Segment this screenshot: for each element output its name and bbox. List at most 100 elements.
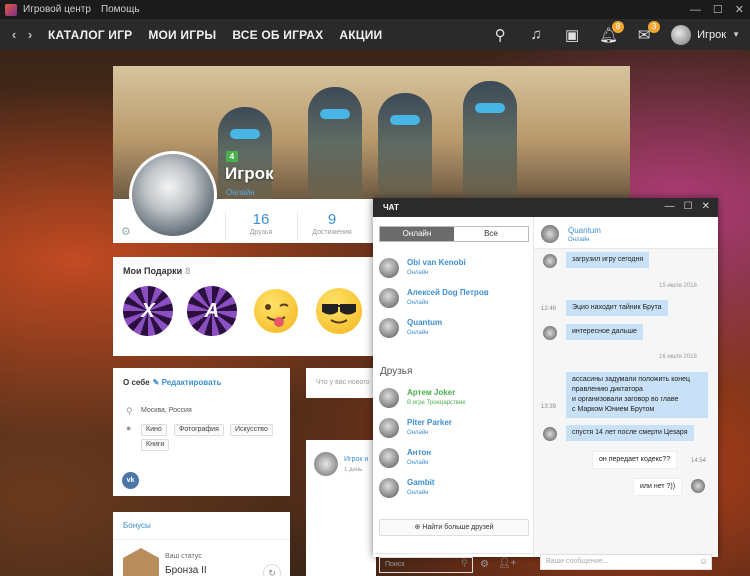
message-bubble: Эцио находит тайник Брута (566, 300, 668, 316)
message-bubble: загрузил игру сегодня (566, 252, 650, 268)
gifts-count: 8 (185, 266, 191, 276)
add-friend-icon[interactable]: 👤︎+ (498, 558, 517, 569)
gear-icon[interactable]: ⚙ (121, 225, 131, 238)
gift-letter: A (204, 299, 220, 322)
avatar (379, 318, 399, 338)
avatar (691, 479, 705, 493)
avatar (379, 478, 399, 498)
edit-link-label: Редактировать (161, 378, 222, 387)
chat-title: ЧАТ (383, 203, 399, 212)
gift-emoji-sunglasses-icon[interactable] (316, 288, 362, 334)
stat-friends[interactable]: 16 Друзья (226, 211, 296, 236)
gift-emoji-tongue-icon[interactable] (254, 289, 298, 333)
interest-tag[interactable]: Книги (141, 439, 170, 451)
search-icon[interactable]: ⚲ (491, 26, 509, 44)
nav-promotions[interactable]: АКЦИИ (339, 28, 382, 42)
contact-item[interactable]: Антон Онлайн (379, 446, 529, 472)
messages-icon[interactable]: ✉ 3 (635, 20, 661, 44)
interest-tag[interactable]: Фотография (174, 424, 224, 436)
gift-item[interactable]: A (187, 286, 237, 336)
peer-name[interactable]: Quantum (568, 226, 601, 235)
avatar (379, 258, 399, 278)
contact-name: Gambit (407, 478, 435, 487)
message-time: 14:54 (691, 458, 707, 464)
message-line: и организовали заговор во главе (572, 396, 679, 403)
contact-item[interactable]: Obi van Kenobi Онлайн (379, 256, 529, 282)
app-titlebar: Игровой центр Помощь — ☐ ✕ (0, 0, 750, 19)
messages-badge: 3 (648, 20, 661, 33)
edit-link[interactable]: ✎ Редактировать (153, 378, 222, 387)
feed-author[interactable]: Игрок и (344, 456, 368, 463)
message-bubble: спустя 14 лет после смерти Цезаря (566, 425, 694, 441)
close-icon[interactable]: ✕ (735, 3, 744, 16)
message-bubble: ассасины задумали положить конец правлен… (566, 372, 708, 418)
message-input[interactable]: Ваше сообщение... (540, 554, 712, 570)
contact-status: Онлайн (407, 330, 429, 336)
user-menu[interactable]: Игрок ▼ (671, 24, 740, 45)
menu-help[interactable]: Помощь (101, 4, 140, 15)
cover-figure (378, 93, 432, 199)
gifts-title: Мои Подарки 8 (123, 266, 190, 276)
minimize-icon[interactable]: — (665, 201, 675, 212)
about-title-text: О себе (123, 378, 150, 387)
notifications-badge: 8 (612, 20, 625, 33)
feed-post: Игрок и 1 день (306, 440, 376, 576)
back-arrow-icon[interactable]: ‹ (6, 27, 22, 42)
forward-arrow-icon[interactable]: › (22, 27, 38, 42)
message-time: 12:46 (541, 306, 557, 312)
message-time: 13:39 (541, 404, 557, 410)
menu-game-center[interactable]: Игровой центр (23, 4, 91, 15)
message-line: правлению диктатора (572, 386, 643, 393)
bell-icon[interactable]: 🔔︎ 8 (599, 20, 625, 44)
video-icon[interactable]: ▣ (563, 26, 581, 44)
stat-label: Друзья (249, 229, 273, 236)
tab-all[interactable]: Все (454, 227, 528, 241)
avatar[interactable] (314, 452, 338, 476)
interests-icon: ● (126, 423, 132, 433)
search-icon[interactable]: ⚲ (461, 558, 468, 569)
close-icon[interactable]: ✕ (702, 201, 710, 212)
gift-item[interactable]: X (123, 286, 173, 336)
vk-icon[interactable]: vk (122, 472, 139, 489)
nav-my-games[interactable]: МОИ ИГРЫ (148, 28, 216, 42)
location-text: Москва, Россия (141, 407, 192, 414)
profile-avatar[interactable] (129, 151, 217, 239)
interest-tag[interactable]: Кино (141, 424, 167, 436)
message-line: с Марком Юнием Брутом (572, 406, 655, 413)
peer-status: Онлайн (568, 237, 590, 243)
interest-tag[interactable]: Искусство (230, 424, 273, 436)
maximize-icon[interactable]: ☐ (684, 201, 693, 212)
contact-status: Онлайн (407, 270, 429, 276)
bonus-title[interactable]: Бонусы (123, 521, 151, 530)
find-more-friends-button[interactable]: ⊕ Найти больше друзей (379, 519, 529, 536)
contact-item[interactable]: Алексей Dog Петров Онлайн (379, 286, 529, 312)
gifts-title-text: Мои Подарки (123, 266, 183, 276)
chat-header[interactable]: ЧАТ — ☐ ✕ (373, 198, 718, 217)
nav-catalog[interactable]: КАТАЛОГ ИГР (48, 28, 132, 42)
contact-name: Антон (407, 448, 432, 457)
message-line: ассасины задумали положить конец (572, 376, 690, 383)
gear-icon[interactable]: ⚙ (480, 559, 489, 570)
avatar[interactable] (541, 225, 559, 243)
contact-item[interactable]: Piter Parker Онлайн (379, 416, 529, 442)
refresh-icon[interactable]: ↻ (263, 564, 281, 576)
contacts-search-input[interactable]: Поиск (379, 557, 473, 573)
feed-post-input[interactable]: Что у вас нового (306, 368, 376, 398)
bonus-panel: Бонусы Ваш статус Бронза II ↻ (113, 512, 290, 576)
contact-name: Алексей Dog Петров (407, 288, 489, 297)
maximize-icon[interactable]: ☐ (713, 3, 723, 16)
contact-status: Онлайн (407, 460, 429, 466)
music-icon[interactable]: ♫ (527, 26, 545, 43)
feed-placeholder: Что у вас нового (316, 379, 370, 386)
contact-item[interactable]: Quantum Онлайн (379, 316, 529, 342)
tab-online[interactable]: Онлайн (380, 227, 454, 241)
contact-item[interactable]: Gambit Онлайн (379, 476, 529, 502)
minimize-icon[interactable]: — (690, 4, 701, 16)
nav-about-games[interactable]: ВСЕ ОБ ИГРАХ (232, 28, 323, 42)
contact-item[interactable]: Артем Joker В игре Троецарствие (379, 386, 529, 412)
rank-badge-icon (123, 548, 159, 576)
emoji-icon[interactable]: ☺ (699, 556, 708, 566)
stat-achievements[interactable]: 9 Достижения (297, 211, 367, 236)
chevron-down-icon: ▼ (732, 30, 740, 39)
message-bubble: или нет ?)) (633, 478, 683, 496)
